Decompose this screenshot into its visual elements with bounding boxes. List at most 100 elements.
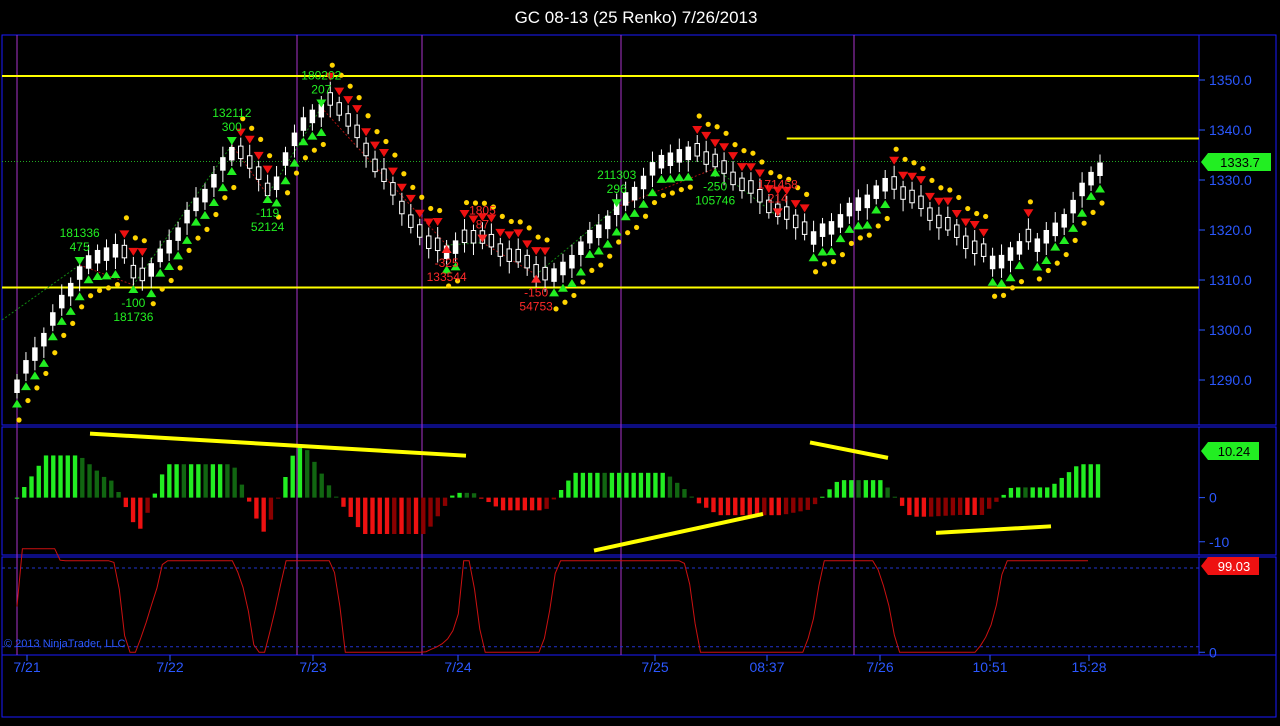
stop-dot-17	[168, 277, 174, 284]
renko-bar-96	[873, 185, 879, 199]
swing-label-bottom-7: 54753	[519, 300, 553, 314]
x-tick-label-7: 10:51	[972, 659, 1007, 675]
renko-bar-102	[927, 207, 933, 221]
x-tick-label-2: 7/23	[299, 659, 326, 675]
stop-dot-107	[974, 210, 980, 217]
histogram-bar-55	[413, 497, 419, 534]
histogram-bar-44	[334, 496, 339, 498]
histogram-bar-22	[174, 464, 179, 498]
renko-bar-71	[649, 162, 656, 176]
stop-dot-73	[669, 190, 675, 196]
price-axis-tick-label-3: 1320.0	[1209, 222, 1252, 238]
stop-dot-92	[839, 252, 846, 258]
price-chart[interactable]: GC 08-13 (25 Renko) 7/26/2013 181336475 -…	[0, 0, 1280, 721]
stop-dot-57	[526, 225, 532, 231]
histogram-bar-113	[834, 481, 839, 498]
x-tick-label-5: 08:37	[749, 659, 784, 675]
background	[0, 0, 1280, 721]
renko-bar-23	[220, 157, 226, 171]
renko-bar-69	[631, 186, 638, 201]
stop-dot-41	[383, 138, 389, 145]
renko-bar-99	[900, 186, 906, 200]
histogram-bar-115	[849, 480, 854, 498]
renko-bar-3	[41, 332, 47, 347]
histogram-bar-32	[246, 497, 252, 502]
renko-bar-110	[998, 254, 1005, 269]
histogram-bar-60	[450, 495, 455, 498]
stop-dot-70	[642, 213, 649, 219]
renko-bar-12	[121, 244, 128, 259]
histogram-bar-13	[109, 480, 114, 498]
histogram-bar-46	[348, 497, 353, 517]
histogram-bar-93	[689, 496, 694, 498]
stochastic-value-label: 99.03	[1218, 559, 1251, 574]
stop-dot-5	[61, 332, 67, 338]
renko-bar-75	[685, 146, 692, 161]
histogram-bar-89	[660, 472, 665, 498]
renko-bar-51	[470, 230, 477, 244]
histogram-axis-tick-label-0: 0	[1209, 490, 1217, 506]
stop-dot-116	[1054, 260, 1060, 266]
renko-bar-22	[211, 174, 217, 188]
x-tick-label-4: 7/25	[641, 659, 668, 675]
histogram-bar-106	[783, 497, 789, 515]
histogram-bar-12	[101, 476, 107, 498]
histogram-bar-57	[428, 497, 433, 527]
renko-bar-88	[801, 221, 808, 235]
histogram-bar-108	[798, 497, 803, 512]
histogram-bar-23	[181, 464, 187, 498]
stop-dot-48	[446, 283, 452, 289]
renko-bar-107	[971, 240, 978, 255]
histogram-bar-20	[159, 474, 165, 498]
histogram-bar-70	[522, 497, 528, 511]
renko-bar-97	[882, 177, 888, 192]
histogram-bar-8	[72, 455, 78, 498]
stop-dot-112	[1018, 278, 1025, 285]
x-tick-label-8: 15:28	[1071, 659, 1106, 675]
histogram-bar-75	[558, 489, 564, 498]
renko-bar-101	[918, 195, 924, 210]
histogram-bar-91	[675, 482, 680, 498]
renko-bar-95	[864, 194, 871, 209]
histogram-bar-26	[203, 464, 208, 498]
stop-dot-98	[893, 146, 899, 152]
stop-dot-43	[401, 171, 407, 177]
histogram-bar-96	[711, 497, 716, 513]
histogram-bar-92	[682, 489, 687, 498]
histogram-bar-11	[94, 470, 99, 498]
renko-bar-6	[67, 282, 74, 297]
histogram-bar-148	[1088, 464, 1093, 498]
histogram-bar-95	[704, 497, 709, 508]
histogram-bar-36	[276, 497, 281, 499]
renko-bar-53	[488, 233, 495, 248]
stop-dot-16	[159, 286, 165, 292]
swing-label-bottom-0: 475	[70, 240, 90, 254]
renko-bar-65	[596, 224, 602, 239]
histogram-bar-41	[312, 461, 317, 498]
histogram-bar-102	[754, 497, 760, 516]
renko-bar-77	[703, 151, 709, 165]
histogram-bar-131	[965, 497, 970, 515]
stop-dot-45	[419, 194, 425, 200]
stop-dot-88	[804, 191, 810, 197]
histogram-bar-134	[986, 497, 992, 509]
histogram-bar-72	[537, 497, 542, 511]
stop-dot-93	[848, 240, 854, 246]
histogram-bar-141	[1037, 487, 1043, 498]
histogram-bar-123	[907, 497, 912, 516]
histogram-axis-tick-label-1: -10	[1209, 534, 1229, 550]
renko-bar-29	[273, 176, 280, 191]
stop-dot-1	[25, 397, 31, 404]
stop-dot-96	[875, 223, 881, 229]
histogram-bar-132	[972, 497, 977, 515]
histogram-bar-145	[1066, 472, 1072, 498]
swing-label-bottom-10: 214	[768, 191, 788, 205]
renko-bar-112	[1016, 241, 1023, 255]
stop-dot-80	[732, 142, 738, 148]
renko-bar-4	[50, 312, 56, 326]
histogram-bar-15	[123, 497, 129, 508]
histogram-bar-86	[638, 472, 644, 498]
copyright-notice: © 2013 NinjaTrader, LLC	[4, 638, 125, 650]
renko-bar-37	[345, 113, 351, 127]
swing-label-top-10: 171458	[758, 177, 798, 191]
